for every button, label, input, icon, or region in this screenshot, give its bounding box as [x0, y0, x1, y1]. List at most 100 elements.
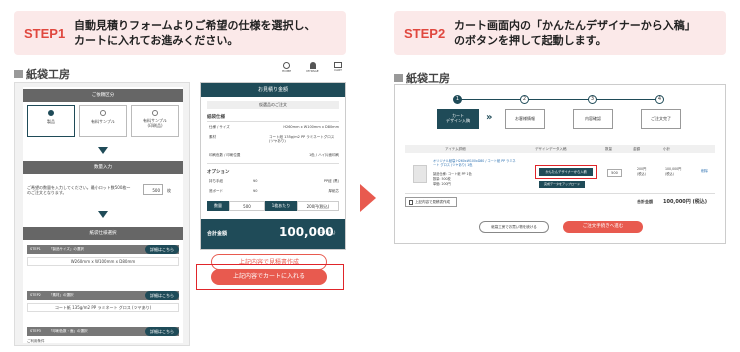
qty-value: 500	[229, 201, 265, 211]
spec-group-label: 紙袋仕様	[207, 115, 225, 120]
step2-line1: カート画面内の「かんたんデザイナーから入稿」	[454, 19, 696, 32]
col-design: デザインデータ入稿	[535, 147, 567, 151]
bag-thumbnail	[413, 165, 427, 183]
total-suffix: 円 (税込)	[319, 230, 336, 235]
spec-row: STEP2 「素材」の選択 詳細はこちら コート紙 135g/m2 PP ラミネ…	[27, 291, 179, 313]
arrow-down-icon	[98, 147, 108, 154]
save-quote-label: 上記内容で見積書作成	[415, 199, 450, 204]
qty-unit: 枚	[167, 188, 171, 193]
opt-key: 持ち手紐	[209, 179, 223, 183]
header-icons: HOME MYPAGE CART	[282, 62, 342, 78]
home-icon[interactable]: HOME	[282, 62, 291, 78]
radio-product[interactable]: 製品	[27, 105, 75, 137]
estimate-summary: お見積り金額 仮選品のご注文 紙袋仕様 仕様 / サイズ H260mm x W1…	[200, 82, 346, 250]
spec-detail-button[interactable]: 詳細はこちら	[145, 291, 179, 300]
cart-table-header: アイテム詳細 デザインデータ入稿 数量 金額 小計	[405, 145, 715, 153]
delete-link[interactable]: 削除	[701, 169, 708, 174]
estimate-title: お見積り金額	[201, 83, 345, 97]
spec-row: STEP3 「印刷色数・面」の選択 詳細はこちら	[27, 327, 179, 337]
total-bar: 合計金額 100,000 円 (税込)	[201, 219, 345, 249]
total-label: 合計金額	[207, 231, 228, 237]
radio-paid-sample-printed[interactable]: 有料サンプル (印刷品)	[131, 105, 179, 137]
spec-detail-button[interactable]: 詳細はこちら	[145, 245, 179, 254]
qty-input[interactable]: 500	[143, 184, 163, 195]
step-cart-design: カート デザイン入稿	[437, 109, 479, 129]
spec-step: STEP2	[30, 293, 41, 297]
opt-price: ¥0	[253, 189, 258, 193]
opt-value: 厚紙芯	[328, 189, 340, 193]
easy-designer-button[interactable]: かんたんデザイナーから入稿	[539, 168, 593, 176]
checkout-button[interactable]: ご注文手続きへ進む	[563, 221, 643, 233]
radio-paid-sample-printed-label: 有料サンプル (印刷品)	[143, 118, 167, 128]
terms-note: ご利用条件	[27, 339, 45, 343]
spec-step: STEP3	[30, 329, 41, 333]
radio-product-label: 製品	[47, 119, 55, 124]
qty-field[interactable]: 500	[607, 169, 622, 177]
step-customer-info: お客様情報	[505, 109, 545, 129]
spec-label: 「印刷色数・面」の選択	[49, 329, 88, 333]
spec-value: コート紙 135g/m2 PP ラミネート グロス (ツヤあり)	[27, 303, 179, 312]
step1-line1: 自動見積りフォームよりご希望の仕様を選択し、	[74, 19, 316, 32]
opt-price: ¥0	[253, 179, 258, 183]
next-step-arrow-icon	[360, 184, 376, 212]
step2-banner: STEP2 カート画面内の「かんたんデザイナーから入稿」 のボタンを押して起動し…	[394, 11, 726, 55]
estimate-form: ご依頼区分 製品 有料サンプル 有料サンプル (印刷品) 数量入力 ご希望の数量…	[14, 82, 190, 346]
mypage-label: MYPAGE	[306, 69, 319, 73]
step-complete: ご注文完了	[641, 109, 681, 129]
qty-instruction: ご希望の数量を入力してください。最小ロット数500枚〜のご注文となります。	[27, 185, 131, 195]
step1-line2: カートに入れてお進みください。	[74, 34, 239, 47]
subtotal: 100,000円 (税込)	[665, 167, 682, 176]
step1-banner: STEP1 自動見積りフォームよりご希望の仕様を選択し、 カートに入れてお進みく…	[14, 11, 346, 55]
col-item: アイテム詳細	[445, 147, 466, 151]
spec-label: 「素材」の選択	[49, 293, 74, 297]
continue-shopping-button[interactable]: 紙袋工房でお買い物を続ける	[479, 221, 549, 233]
logo-icon	[14, 70, 23, 78]
step1-text: 自動見積りフォームよりご希望の仕様を選択し、 カートに入れてお進みください。	[74, 18, 344, 48]
step-confirm: 内容確認	[573, 109, 613, 129]
progress-dot-2: 2	[520, 95, 529, 104]
estimate-subtitle: 仮選品のご注文	[207, 101, 339, 109]
opt-key: 底ボード	[209, 189, 223, 193]
cart-panel: 1 2 3 4 カート デザイン入稿 » お客様情報 内容確認 ご注文完了 アイ…	[394, 84, 726, 244]
opt-value: PP紐 (黒)	[323, 179, 339, 183]
upload-data-button[interactable]: 完成データをアップロード	[539, 181, 585, 188]
spec-label: 「製品サイズ」の選択	[49, 247, 84, 251]
col-price: 金額	[633, 147, 640, 151]
est-row-key: 素材	[209, 135, 216, 139]
est-row-value: コート紙 135g/m2 PP ラミネートグロス (ツヤあり)	[269, 135, 335, 143]
est-row-value: H260mm x W100mm x D80mm	[283, 125, 339, 129]
save-quote-button[interactable]: 上記内容で見積書作成	[405, 197, 457, 207]
logo[interactable]: 紙袋工房	[14, 66, 70, 82]
add-to-cart-button[interactable]: 上記内容でカートに入れる	[211, 269, 327, 285]
step1-tag: STEP1	[24, 26, 66, 41]
cart-icon[interactable]: CART	[334, 62, 342, 78]
item-description[interactable]: オリジナル紙袋 H260xW100xD80 / コート紙 PP ラミネート グロ…	[433, 159, 517, 167]
item-sub3: 単価: 200円	[433, 182, 451, 186]
section-quantity: 数量入力	[23, 161, 183, 174]
qty-bar: 数量 500 1枚あたり 200円(税込)	[207, 201, 339, 211]
logo-text: 紙袋工房	[26, 68, 70, 81]
spec-step: STEP1	[30, 247, 41, 251]
radio-group: 製品 有料サンプル 有料サンプル (印刷品)	[27, 105, 179, 137]
spec-value: W260mm x W100mm x D80mm	[27, 257, 179, 266]
est-row-key: 印刷色数 / 印刷位置	[209, 153, 241, 157]
col-qty: 数量	[605, 147, 612, 151]
mypage-icon[interactable]: MYPAGE	[306, 62, 319, 78]
radio-paid-sample[interactable]: 有料サンプル	[79, 105, 127, 137]
double-chevron-icon: »	[486, 112, 493, 123]
unit-price: 200円(税込)	[297, 201, 339, 211]
arrow-down-icon-2	[98, 211, 108, 218]
est-row-value: 1色 / ハイ片面印刷	[308, 153, 339, 157]
section-spec: 紙袋仕様選択	[23, 227, 183, 240]
option-group-label: オプション	[207, 170, 230, 175]
step2-text: カート画面内の「かんたんデザイナーから入稿」 のボタンを押して起動します。	[454, 18, 724, 48]
step2-tag: STEP2	[404, 26, 446, 41]
est-row-key: 仕様 / サイズ	[209, 125, 230, 129]
progress-dot-3: 3	[588, 95, 597, 104]
document-icon	[409, 199, 413, 205]
spec-detail-button[interactable]: 詳細はこちら	[145, 327, 179, 336]
radio-paid-sample-label: 有料サンプル	[91, 119, 115, 124]
cart-total: 100,000円 (税込)	[663, 199, 708, 205]
section-request-type: ご依頼区分	[23, 89, 183, 102]
logo-icon	[394, 74, 403, 82]
